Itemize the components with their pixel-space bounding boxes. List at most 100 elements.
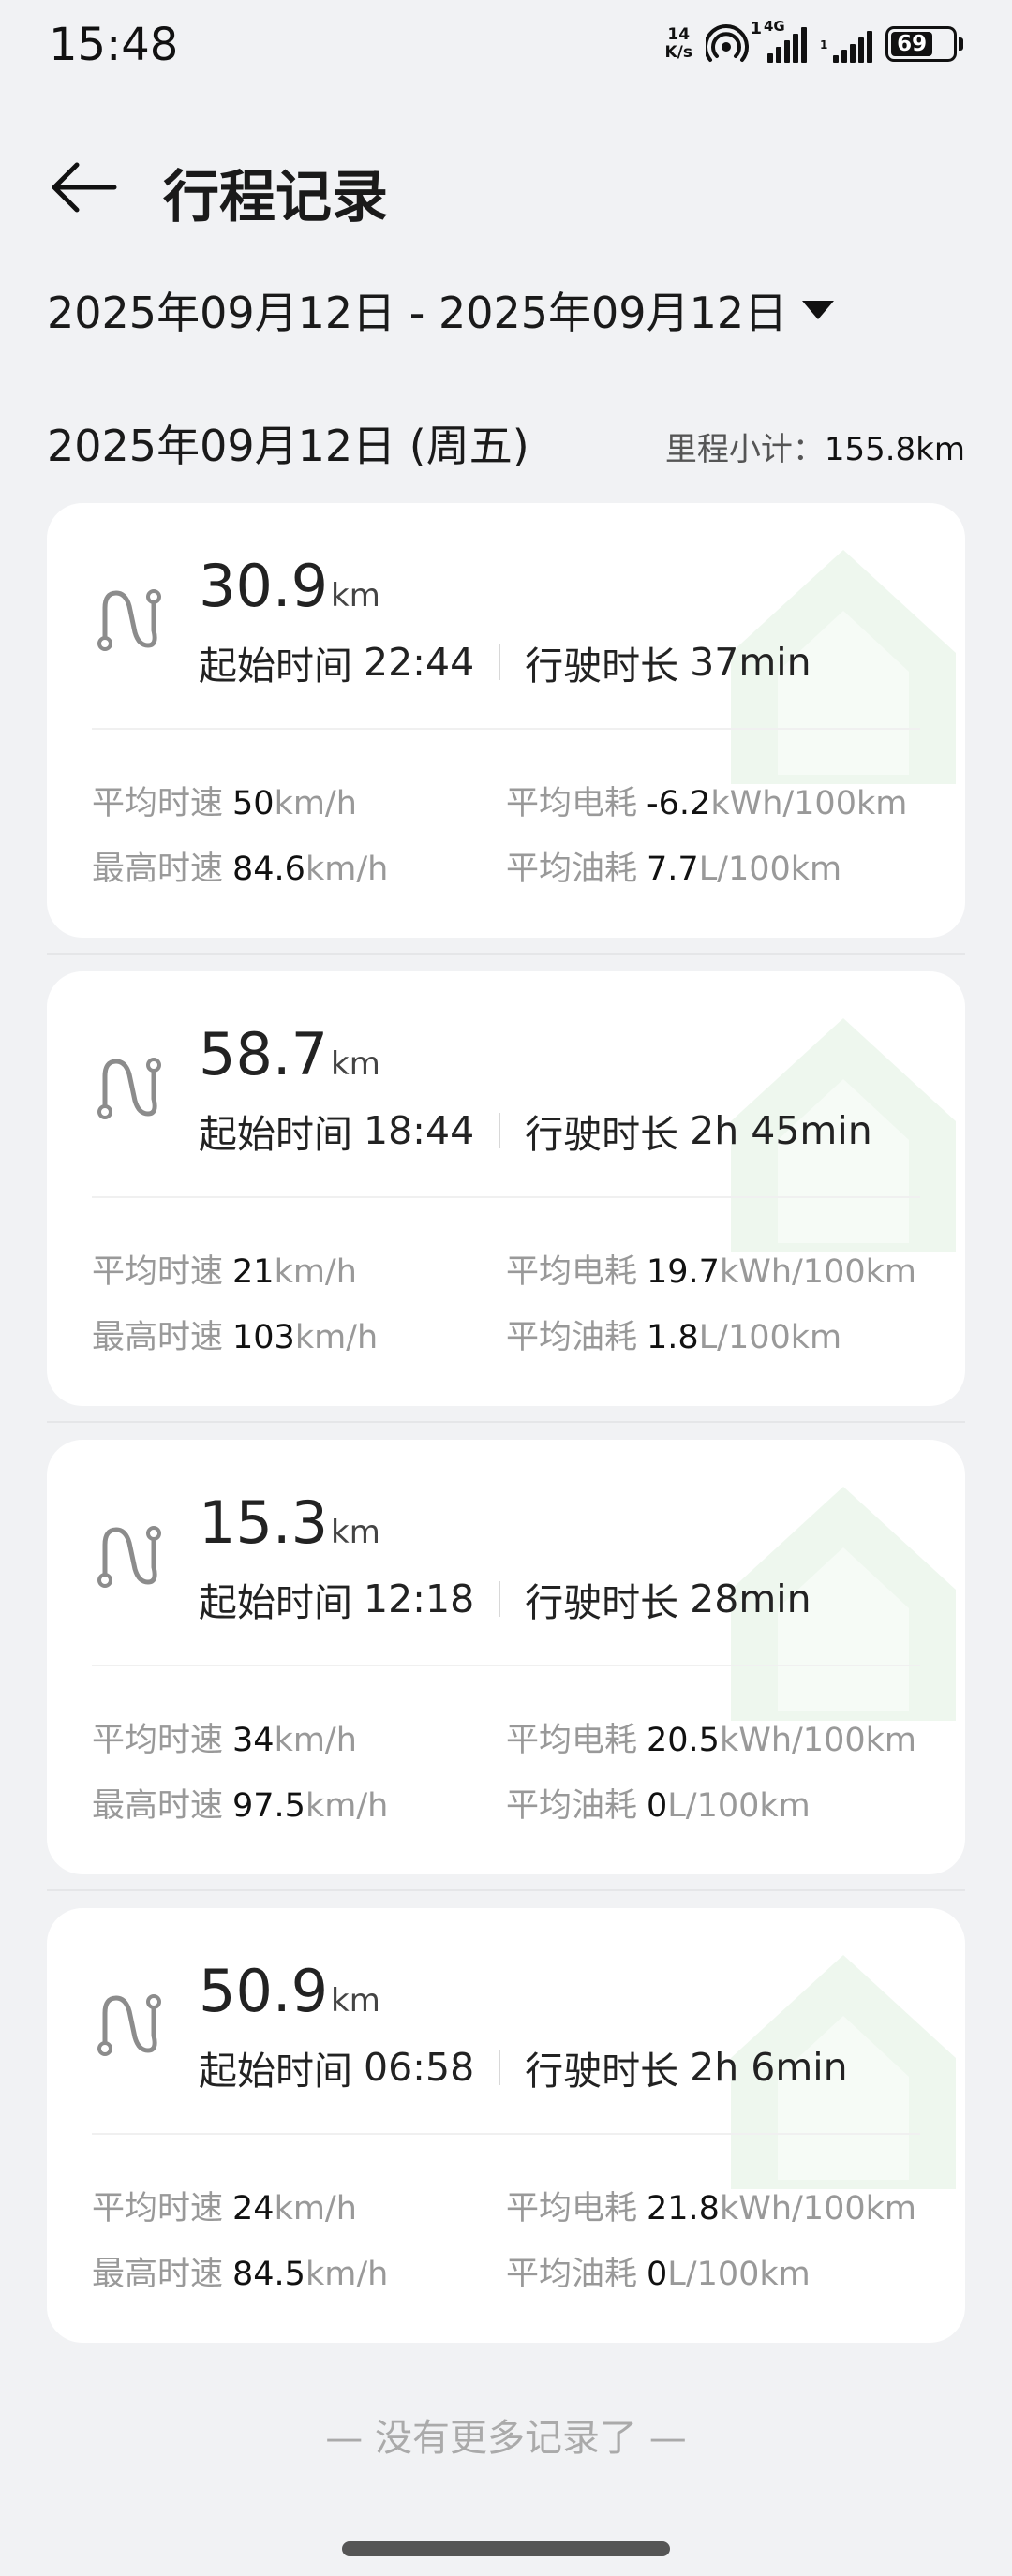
trip-meta: 起始时间 22:44 行驶时长 37min (199, 634, 811, 690)
avg-electric-unit: kWh/100km (710, 785, 908, 822)
start-time-label: 起始时间 (199, 1112, 352, 1157)
max-speed-unit: km/h (294, 1319, 379, 1356)
trip-distance-unit: km (331, 1045, 380, 1083)
meta-separator (499, 2050, 501, 2085)
avg-fuel-value: 0 (647, 2256, 668, 2293)
max-speed-stat: 最高时速 103km/h (92, 1310, 378, 1358)
avg-fuel-value: 1.8 (647, 1319, 699, 1356)
start-time-value: 22:44 (364, 640, 475, 685)
avg-electric-label: 平均电耗 (506, 1253, 638, 1291)
trip-card[interactable]: 58.7 km 起始时间 18:44 行驶时长 2h 45min 平均时速 21k… (47, 971, 965, 1406)
avg-electric-value: 20.5 (647, 1722, 720, 1759)
avg-fuel-unit: L/100km (698, 1319, 842, 1356)
hotspot-count: 1 (750, 19, 762, 38)
avg-electric-unit: kWh/100km (719, 1253, 916, 1291)
meta-separator (499, 1581, 501, 1617)
max-speed-value: 103 (232, 1319, 295, 1356)
avg-fuel-stat: 平均油耗 0L/100km (506, 1779, 811, 1827)
trip-distance-unit: km (331, 1514, 380, 1551)
battery-icon: 69 (886, 26, 963, 62)
avg-speed-label: 平均时速 (92, 1253, 224, 1291)
card-separator (47, 953, 965, 955)
route-icon (97, 1058, 161, 1119)
signal-sim2-icon: 1 (820, 25, 872, 63)
duration-label: 行驶时长 (525, 1580, 679, 1625)
status-icons: 14 K/s 1 4G 1 69 (664, 18, 963, 64)
trip-distance: 30.9 km (199, 552, 380, 620)
max-speed-unit: km/h (305, 1787, 389, 1825)
trip-distance: 50.9 km (199, 1957, 380, 2025)
max-speed-label: 最高时速 (92, 2256, 224, 2293)
route-icon (97, 589, 161, 651)
avg-electric-stat: 平均电耗 20.5kWh/100km (506, 1713, 916, 1761)
trip-meta: 起始时间 06:58 行驶时长 2h 6min (199, 2039, 848, 2095)
avg-fuel-stat: 平均油耗 1.8L/100km (506, 1310, 841, 1358)
trip-meta: 起始时间 18:44 行驶时长 2h 45min (199, 1103, 872, 1159)
trip-distance-value: 30.9 (199, 552, 329, 620)
duration-label: 行驶时长 (525, 2049, 679, 2094)
start-time-label: 起始时间 (199, 1580, 352, 1625)
max-speed-value: 84.6 (232, 851, 305, 888)
trip-distance: 58.7 km (199, 1020, 380, 1088)
network-speed-value: 14 (667, 25, 691, 44)
max-speed-stat: 最高时速 97.5km/h (92, 1779, 388, 1827)
trip-card[interactable]: 50.9 km 起始时间 06:58 行驶时长 2h 6min 平均时速 24km… (47, 1908, 965, 2343)
avg-fuel-unit: L/100km (667, 1787, 811, 1825)
trip-distance-unit: km (331, 577, 380, 614)
start-time-label: 起始时间 (199, 2049, 352, 2094)
max-speed-stat: 最高时速 84.5km/h (92, 2247, 388, 2295)
avg-speed-unit: km/h (274, 2190, 357, 2228)
caret-down-icon (802, 301, 835, 319)
route-icon (97, 1526, 161, 1588)
avg-fuel-stat: 平均油耗 0L/100km (506, 2247, 811, 2295)
duration-label: 行驶时长 (525, 1112, 679, 1157)
start-time-value: 06:58 (364, 2045, 475, 2090)
avg-fuel-unit: L/100km (667, 2256, 811, 2293)
max-speed-unit: km/h (305, 2256, 389, 2293)
avg-speed-unit: km/h (274, 785, 357, 822)
trip-meta: 起始时间 12:18 行驶时长 28min (199, 1571, 811, 1627)
avg-fuel-unit: L/100km (698, 851, 842, 888)
avg-speed-stat: 平均时速 21km/h (92, 1245, 357, 1293)
signal-sim2-label: 1 (820, 38, 828, 52)
max-speed-value: 84.5 (232, 2256, 305, 2293)
avg-speed-unit: km/h (274, 1253, 357, 1291)
start-time-value: 18:44 (364, 1108, 475, 1153)
avg-speed-label: 平均时速 (92, 1722, 224, 1759)
network-speed-unit: K/s (664, 43, 692, 62)
signal-4g-label: 4G (764, 18, 785, 35)
trip-distance-unit: km (331, 1982, 380, 2020)
back-button[interactable] (47, 157, 122, 217)
max-speed-stat: 最高时速 84.6km/h (92, 842, 388, 890)
route-icon (97, 1994, 161, 2056)
no-more-records: — 没有更多记录了 — (325, 2417, 687, 2460)
meta-separator (499, 1113, 501, 1148)
card-divider (92, 1665, 920, 1666)
duration-value: 2h 6min (690, 2045, 848, 2090)
max-speed-label: 最高时速 (92, 851, 224, 888)
home-indicator[interactable] (342, 2541, 670, 2556)
avg-speed-unit: km/h (274, 1722, 357, 1759)
avg-fuel-label: 平均油耗 (506, 1319, 638, 1356)
card-separator (47, 1889, 965, 1891)
avg-electric-value: 21.8 (647, 2190, 720, 2228)
avg-speed-value: 21 (232, 1253, 275, 1291)
avg-speed-label: 平均时速 (92, 785, 224, 822)
avg-speed-value: 24 (232, 2190, 275, 2228)
page-title: 行程记录 (163, 165, 388, 230)
avg-electric-label: 平均电耗 (506, 1722, 638, 1759)
avg-fuel-label: 平均油耗 (506, 2256, 638, 2293)
network-speed: 14 K/s (664, 26, 692, 62)
avg-fuel-value: 7.7 (647, 851, 699, 888)
mileage-subtotal-value: 155.8km (824, 431, 965, 468)
avg-electric-stat: 平均电耗 19.7kWh/100km (506, 1245, 916, 1293)
trip-card[interactable]: 30.9 km 起始时间 22:44 行驶时长 37min 平均时速 50km/h… (47, 503, 965, 938)
card-divider (92, 2133, 920, 2135)
hotspot-icon: 1 (704, 19, 762, 64)
max-speed-value: 97.5 (232, 1787, 305, 1825)
trip-card[interactable]: 15.3 km 起始时间 12:18 行驶时长 28min 平均时速 34km/h… (47, 1440, 965, 1874)
meta-separator (499, 644, 501, 680)
date-range-selector[interactable]: 2025年09月12日 - 2025年09月12日 (47, 279, 835, 341)
avg-speed-value: 34 (232, 1722, 275, 1759)
duration-value: 37min (690, 640, 811, 685)
